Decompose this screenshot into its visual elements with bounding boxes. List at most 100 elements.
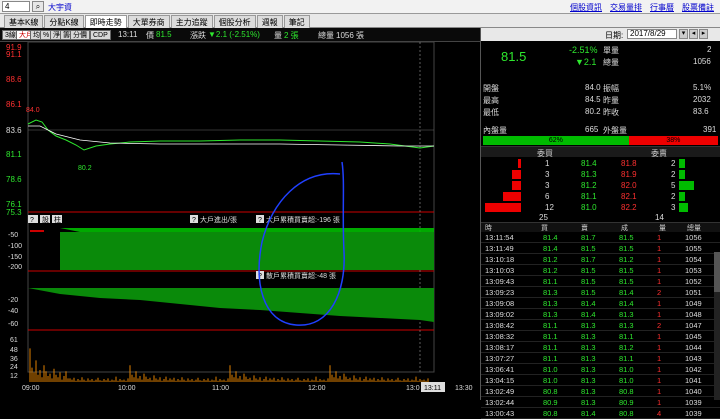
tick-cell: 81.7 <box>581 255 596 264</box>
change-value: ▼2.1 (-2.51%) <box>208 30 260 39</box>
tick-cell: 81.4 <box>543 244 558 253</box>
inner-volume-label: 內盤量 <box>483 126 507 135</box>
tick-cell: 1051 <box>685 288 702 297</box>
quote-panel: 日期: 2017/8/29 ▾ ◂ ▸ 81.5 -2.51% ▼2.1 單量 … <box>480 28 720 419</box>
orderbook-row[interactable]: 6 81.1 82.1 2 <box>481 191 720 202</box>
stock-code-input[interactable]: 4 <box>2 1 30 12</box>
top-link-1[interactable]: 交易量排 <box>610 2 642 13</box>
bid-price: 81.0 <box>581 203 597 212</box>
toolbar-button-7[interactable]: CDP <box>90 30 111 40</box>
tick-cell: 1 <box>657 233 662 242</box>
bid-total: 25 <box>539 213 548 222</box>
bid-qty: 1 <box>545 159 550 168</box>
tick-row[interactable]: 13:10:18 81.2 81.7 81.2 1 1054 <box>481 254 720 265</box>
scrollbar-thumb[interactable] <box>714 252 720 292</box>
tick-cell: 13:10:18 <box>485 255 515 264</box>
tick-scrollbar[interactable] <box>714 252 720 400</box>
prev-day-icon[interactable]: ◂ <box>689 29 698 39</box>
tick-cell: 1049 <box>685 299 702 308</box>
tick-row[interactable]: 13:11:49 81.4 81.5 81.5 1 1055 <box>481 243 720 254</box>
time-axis-label: 13:30 <box>455 385 473 392</box>
tick-cell: 13:07:27 <box>485 354 515 363</box>
tick-cell: 1041 <box>685 376 702 385</box>
ask-qty: 2 <box>671 192 676 201</box>
top-link-3[interactable]: 股票備註 <box>682 2 714 13</box>
calendar-dropdown-icon[interactable]: ▾ <box>679 29 688 39</box>
tick-cell: 80.8 <box>543 409 558 418</box>
ask-qty: 2 <box>671 159 676 168</box>
tick-cell: 1044 <box>685 343 702 352</box>
tab-5[interactable]: 個股分析 <box>213 15 256 28</box>
top-link-0[interactable]: 個股資訊 <box>570 2 602 13</box>
inner-volume: 665 <box>585 125 599 134</box>
tab-0[interactable]: 基本K線 <box>4 15 44 28</box>
ask-price: 82.1 <box>621 192 637 201</box>
tick-row[interactable]: 13:02:49 80.8 81.3 80.8 1 1040 <box>481 386 720 397</box>
tick-cell: 81.1 <box>619 332 634 341</box>
sub2-indicator: 散戶累積買賣超:-48 張 <box>266 271 336 280</box>
orderbook-row[interactable]: 1 81.4 81.8 2 <box>481 158 720 169</box>
tick-row[interactable]: 13:10:03 81.2 81.5 81.5 1 1053 <box>481 265 720 276</box>
tick-row[interactable]: 13:02:44 80.9 81.3 80.9 1 1039 <box>481 397 720 408</box>
tab-3[interactable]: 大單券商 <box>127 15 170 28</box>
date-input[interactable]: 2017/8/29 <box>627 29 677 39</box>
sub2-axis-label: -20 <box>8 297 18 304</box>
chart-toolbar: 13:11 價 81.5 漲跌 ▼2.1 (-2.51%) 量 2 張 總量 1… <box>0 28 480 42</box>
orderbook-row[interactable]: 3 81.3 81.9 2 <box>481 169 720 180</box>
toolbar-button-6[interactable]: 分價 <box>70 30 90 40</box>
tick-row[interactable]: 13:08:42 81.1 81.3 81.3 2 1047 <box>481 320 720 331</box>
volume-axis-label: 24 <box>10 364 18 371</box>
intraday-chart[interactable]: 91.9 91.1 88.6 86.1 83.6 81.1 78.6 76.1 75.3 84.0… <box>0 42 480 400</box>
tab-4[interactable]: 主力追蹤 <box>170 15 213 28</box>
chart-canvas[interactable]: 91.991.188.686.183.681.178.676.175.384.0… <box>0 42 480 400</box>
search-icon[interactable]: ⌕ <box>32 1 44 12</box>
tick-cell: 81.0 <box>543 365 558 374</box>
next-day-icon[interactable]: ▸ <box>699 29 708 39</box>
sub1-axis-label: -50 <box>8 232 18 239</box>
tick-cell: 1042 <box>685 365 702 374</box>
buy-sell-ratio-bar: 62% 38% <box>483 136 718 145</box>
tick-cell: 81.5 <box>581 288 596 297</box>
tab-6[interactable]: 週報 <box>256 15 283 28</box>
tab-7[interactable]: 筆記 <box>283 15 310 28</box>
tick-cell: 1056 <box>685 233 702 242</box>
orderbook-row[interactable]: 12 81.0 82.2 3 <box>481 202 720 213</box>
tick-row[interactable]: 13:04:15 81.0 81.3 81.0 1 1041 <box>481 375 720 386</box>
tab-2[interactable]: 即時走勢 <box>84 15 127 28</box>
tick-row[interactable]: 13:07:27 81.1 81.3 81.1 1 1043 <box>481 353 720 364</box>
date-label: 日期: <box>605 31 624 40</box>
tick-row[interactable]: 13:09:08 81.3 81.4 81.4 1 1049 <box>481 298 720 309</box>
change-amount: ▼2.1 <box>575 57 597 67</box>
tick-row[interactable]: 13:09:23 81.3 81.5 81.4 2 1051 <box>481 287 720 298</box>
tick-row[interactable]: 13:08:32 81.1 81.3 81.1 1 1045 <box>481 331 720 342</box>
orderbook-row[interactable]: 3 81.2 82.0 5 <box>481 180 720 191</box>
stat-label: 昨收 <box>603 108 619 117</box>
tick-row[interactable]: 13:09:02 81.3 81.4 81.3 1 1048 <box>481 309 720 320</box>
tick-cell: 1 <box>657 387 662 396</box>
tick-row[interactable]: 13:08:17 81.1 81.3 81.2 1 1044 <box>481 342 720 353</box>
top-link-2[interactable]: 行事曆 <box>650 2 674 13</box>
tick-cell: 81.4 <box>581 409 596 418</box>
tick-cell: 81.5 <box>581 266 596 275</box>
inner-outer-volume: 內盤量 665 外盤量 391 <box>481 125 720 135</box>
tick-cell: 1 <box>657 266 662 275</box>
tick-cell: 13:09:23 <box>485 288 515 297</box>
tick-row[interactable]: 13:09:43 81.1 81.5 81.5 1 1052 <box>481 276 720 287</box>
tick-cell: 1 <box>657 310 662 319</box>
tick-row[interactable]: 13:11:54 81.4 81.7 81.5 1 1056 <box>481 232 720 243</box>
price-axis-label: 91.1 <box>6 50 22 59</box>
tab-1[interactable]: 分點K線 <box>44 15 84 28</box>
stats-block: 開盤 84.0 振幅 5.1% 最高 84.5 昨量 2032 最低 80.2 昨收 83.6 <box>481 81 720 125</box>
tick-cell: 1 <box>657 244 662 253</box>
tick-cell: 81.1 <box>619 354 634 363</box>
bid-depth-bar <box>512 181 521 190</box>
ask-depth-bar <box>679 192 685 201</box>
tick-row[interactable]: 13:06:41 81.0 81.3 81.0 1 1042 <box>481 364 720 375</box>
chart-frame <box>27 42 435 373</box>
tick-cell: 13:09:02 <box>485 310 515 319</box>
sub1-bars <box>60 232 434 270</box>
ask-depth-bar <box>679 203 688 212</box>
time-axis-label: 13:0 <box>406 385 420 392</box>
tick-row[interactable]: 13:00:43 80.8 81.4 80.8 4 1039 <box>481 408 720 419</box>
quote-summary: 81.5 -2.51% ▼2.1 單量 2 總量 1056 <box>481 41 720 81</box>
